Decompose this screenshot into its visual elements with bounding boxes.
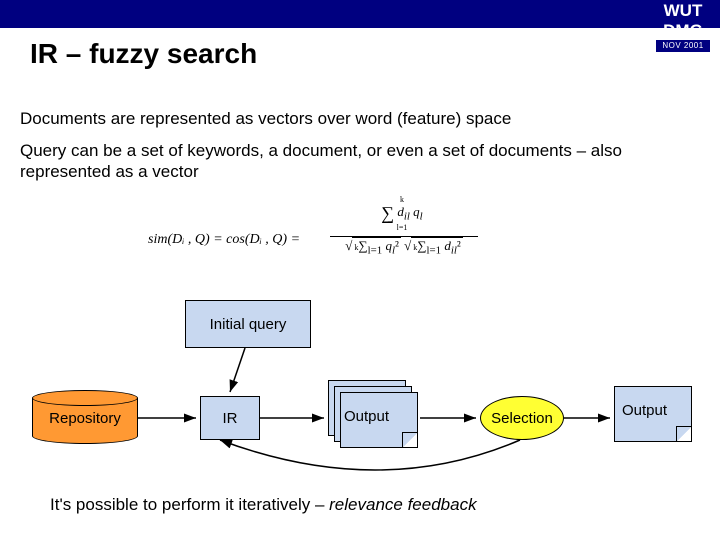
paragraph-1: Documents are represented as vectors ove… — [20, 108, 660, 129]
badge-sub: NOV 2001 — [656, 40, 710, 52]
formula-denominator: √k∑l=1 ql² √k∑l=1 dil² — [330, 238, 478, 257]
selection-label: Selection — [491, 410, 553, 427]
caption-emphasis: relevance feedback — [329, 495, 476, 514]
similarity-formula: sim(Dᵢ , Q) = cos(Dᵢ , Q) = k ∑ dil ql l… — [140, 196, 480, 284]
paragraph-2: Query can be a set of keywords, a docume… — [20, 140, 660, 183]
initial-query-box: Initial query — [185, 300, 311, 348]
slide-title: IR – fuzzy search — [30, 38, 257, 70]
output1-label: Output — [344, 408, 389, 425]
header-bar — [0, 0, 720, 28]
caption-text: It's possible to perform it iteratively … — [50, 495, 329, 514]
ir-label: IR — [223, 410, 238, 427]
formula-lhs: sim(Dᵢ , Q) = cos(Dᵢ , Q) = — [148, 232, 300, 248]
repository-cylinder: Repository — [32, 390, 138, 446]
selection-ellipse: Selection — [480, 396, 564, 440]
corner-badge: WUT DMG NOV 2001 — [656, 0, 710, 52]
bottom-caption: It's possible to perform it iteratively … — [50, 495, 477, 515]
formula-numerator: k ∑ dil ql l=1 — [372, 196, 432, 231]
cylinder-top — [32, 390, 138, 406]
output2-label: Output — [622, 402, 667, 419]
ir-box: IR — [200, 396, 260, 440]
initial-query-label: Initial query — [210, 316, 287, 333]
repository-label: Repository — [32, 410, 138, 427]
badge-line1: WUT — [656, 0, 710, 20]
badge-line2: DMG — [656, 20, 710, 40]
flow-diagram: Initial query Repository IR Output Selec… — [20, 300, 700, 490]
